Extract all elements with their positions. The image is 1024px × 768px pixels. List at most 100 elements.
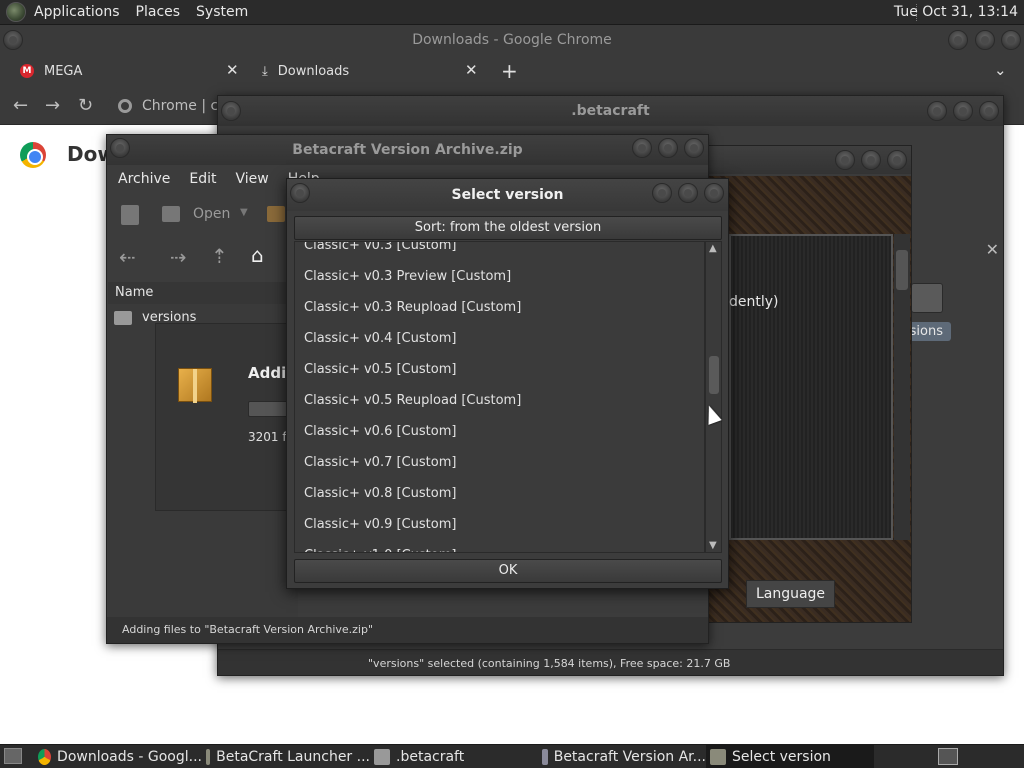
version-list-scrollbar[interactable]: ▲ ▼ (705, 241, 722, 553)
window-menu-button[interactable] (110, 138, 130, 158)
select-version-dialog: Select version Sort: from the oldest ver… (286, 178, 729, 589)
list-item[interactable]: Classic+ v0.6 [Custom] (295, 416, 704, 447)
tab-downloads[interactable]: ⤓ Downloads (262, 55, 482, 87)
ok-button[interactable]: OK (294, 559, 722, 583)
workspace-switcher-icon[interactable] (938, 748, 958, 765)
gnome-logo-icon[interactable] (6, 2, 26, 22)
changelog-scrollbar[interactable] (894, 234, 910, 540)
maximize-button[interactable] (861, 150, 881, 170)
list-item[interactable]: Classic+ v0.8 [Custom] (295, 478, 704, 509)
download-icon: ⤓ (262, 63, 268, 79)
tab-close-icon[interactable]: ✕ (226, 61, 239, 79)
chrome-titlebar[interactable]: Downloads - Google Chrome (0, 25, 1024, 55)
list-item[interactable]: Classic+ v0.5 [Custom] (295, 354, 704, 385)
open-dropdown-icon[interactable]: ▼ (240, 207, 248, 218)
list-item[interactable]: Classic+ v0.3 [Custom] (295, 242, 704, 261)
chrome-icon (38, 749, 52, 765)
maximize-button[interactable] (658, 138, 678, 158)
close-button[interactable] (887, 150, 907, 170)
minimize-button[interactable] (652, 183, 672, 203)
list-item[interactable]: Classic+ v0.3 Preview [Custom] (295, 261, 704, 292)
maximize-button[interactable] (678, 183, 698, 203)
back-arrow-icon[interactable]: ← (13, 95, 28, 116)
list-item[interactable]: Classic+ v0.7 [Custom] (295, 447, 704, 478)
show-desktop-icon[interactable] (4, 748, 22, 764)
folder-icon (374, 749, 390, 765)
chrome-minimize-button[interactable] (948, 30, 968, 50)
archive-titlebar[interactable]: Betacraft Version Archive.zip (107, 135, 708, 165)
package-icon (178, 368, 212, 403)
chrome-menu-button[interactable] (3, 30, 23, 50)
list-item[interactable]: Classic+ v0.4 [Custom] (295, 323, 704, 354)
task-archive-manager[interactable]: Betacraft Version Ar... (538, 745, 706, 768)
archive-icon (542, 749, 548, 765)
task-label: .betacraft (396, 749, 465, 765)
home-icon[interactable]: ⌂ (251, 243, 264, 267)
tab-mega[interactable]: M MEGA (20, 55, 245, 87)
minimize-button[interactable] (632, 138, 652, 158)
drive-icon[interactable] (911, 283, 943, 313)
status-text: Adding files to "Betacraft Version Archi… (107, 617, 708, 643)
menu-archive[interactable]: Archive (118, 171, 170, 187)
language-button[interactable]: Language (746, 580, 835, 608)
chrome-logo-icon (20, 142, 46, 168)
list-item[interactable]: Classic+ v0.5 Reupload [Custom] (295, 385, 704, 416)
menu-applications[interactable]: Applications (34, 4, 120, 20)
changelog-area (729, 234, 893, 540)
tab-search-chevron-icon[interactable]: ⌄ (994, 61, 1007, 79)
task-label: BetaCraft Launcher ... (216, 749, 370, 765)
open-label[interactable]: Open (193, 206, 230, 222)
task-betacraft-folder[interactable]: .betacraft (370, 745, 538, 768)
menu-edit[interactable]: Edit (189, 171, 216, 187)
scroll-down-icon[interactable]: ▼ (709, 540, 717, 551)
window-menu-button[interactable] (221, 101, 241, 121)
forward-icon[interactable]: ⇢ (170, 245, 187, 269)
java-icon (206, 749, 211, 765)
column-header-name[interactable]: Name (108, 282, 298, 304)
scroll-up-icon[interactable]: ▲ (709, 243, 717, 254)
menu-places[interactable]: Places (136, 4, 181, 20)
close-button[interactable] (979, 101, 999, 121)
task-chrome[interactable]: Downloads - Googl... (34, 745, 202, 768)
window-menu-button[interactable] (290, 183, 310, 203)
up-icon[interactable]: ⇡ (211, 244, 228, 268)
back-icon[interactable]: ⇠ (119, 245, 136, 269)
taskbar: Downloads - Googl... BetaCraft Launcher … (0, 744, 1024, 768)
forward-arrow-icon[interactable]: → (45, 95, 60, 116)
task-select-version[interactable]: Select version (706, 745, 874, 768)
launcher-window: dently) Language (707, 145, 912, 623)
reload-icon[interactable]: ↻ (78, 95, 93, 116)
top-panel: Applications Places System Tue Oct 31, 1… (0, 0, 1024, 25)
version-list: Classic+ v0.3 [Custom] Classic+ v0.3 Pre… (294, 241, 705, 553)
menu-view[interactable]: View (236, 171, 269, 187)
clock[interactable]: Tue Oct 31, 13:14 (894, 4, 1018, 20)
maximize-button[interactable] (953, 101, 973, 121)
list-item[interactable]: Classic+ v1.0 [Custom] (295, 540, 704, 552)
list-item[interactable]: Classic+ v0.3 Reupload [Custom] (295, 292, 704, 323)
minimize-button[interactable] (927, 101, 947, 121)
new-tab-icon[interactable]: + (501, 59, 518, 83)
task-launcher[interactable]: BetaCraft Launcher ... (202, 745, 370, 768)
list-item[interactable]: Classic+ v0.9 [Custom] (295, 509, 704, 540)
task-label: Downloads - Googl... (57, 749, 202, 765)
open-archive-icon[interactable] (162, 206, 180, 222)
betacraft-titlebar[interactable]: .betacraft (218, 96, 1003, 126)
minimize-button[interactable] (835, 150, 855, 170)
changelog-text: dently) (729, 294, 779, 310)
chrome-maximize-button[interactable] (975, 30, 995, 50)
close-button[interactable] (704, 183, 724, 203)
scrollbar-thumb[interactable] (709, 356, 719, 394)
close-button[interactable] (684, 138, 704, 158)
tab-close-icon[interactable]: ✕ (465, 61, 478, 79)
extract-icon[interactable] (267, 206, 285, 222)
sort-button[interactable]: Sort: from the oldest version (294, 216, 722, 240)
close-icon[interactable]: ✕ (986, 240, 999, 259)
status-text: "versions" selected (containing 1,584 it… (368, 657, 731, 670)
omnibox-text: Chrome | c (142, 98, 219, 114)
scrollbar-thumb[interactable] (896, 250, 908, 290)
menu-system[interactable]: System (196, 4, 248, 20)
new-archive-icon[interactable] (121, 205, 139, 225)
chrome-close-button[interactable] (1001, 30, 1021, 50)
task-label: Betacraft Version Ar... (553, 749, 706, 765)
dirt-background: dently) Language (709, 176, 911, 622)
